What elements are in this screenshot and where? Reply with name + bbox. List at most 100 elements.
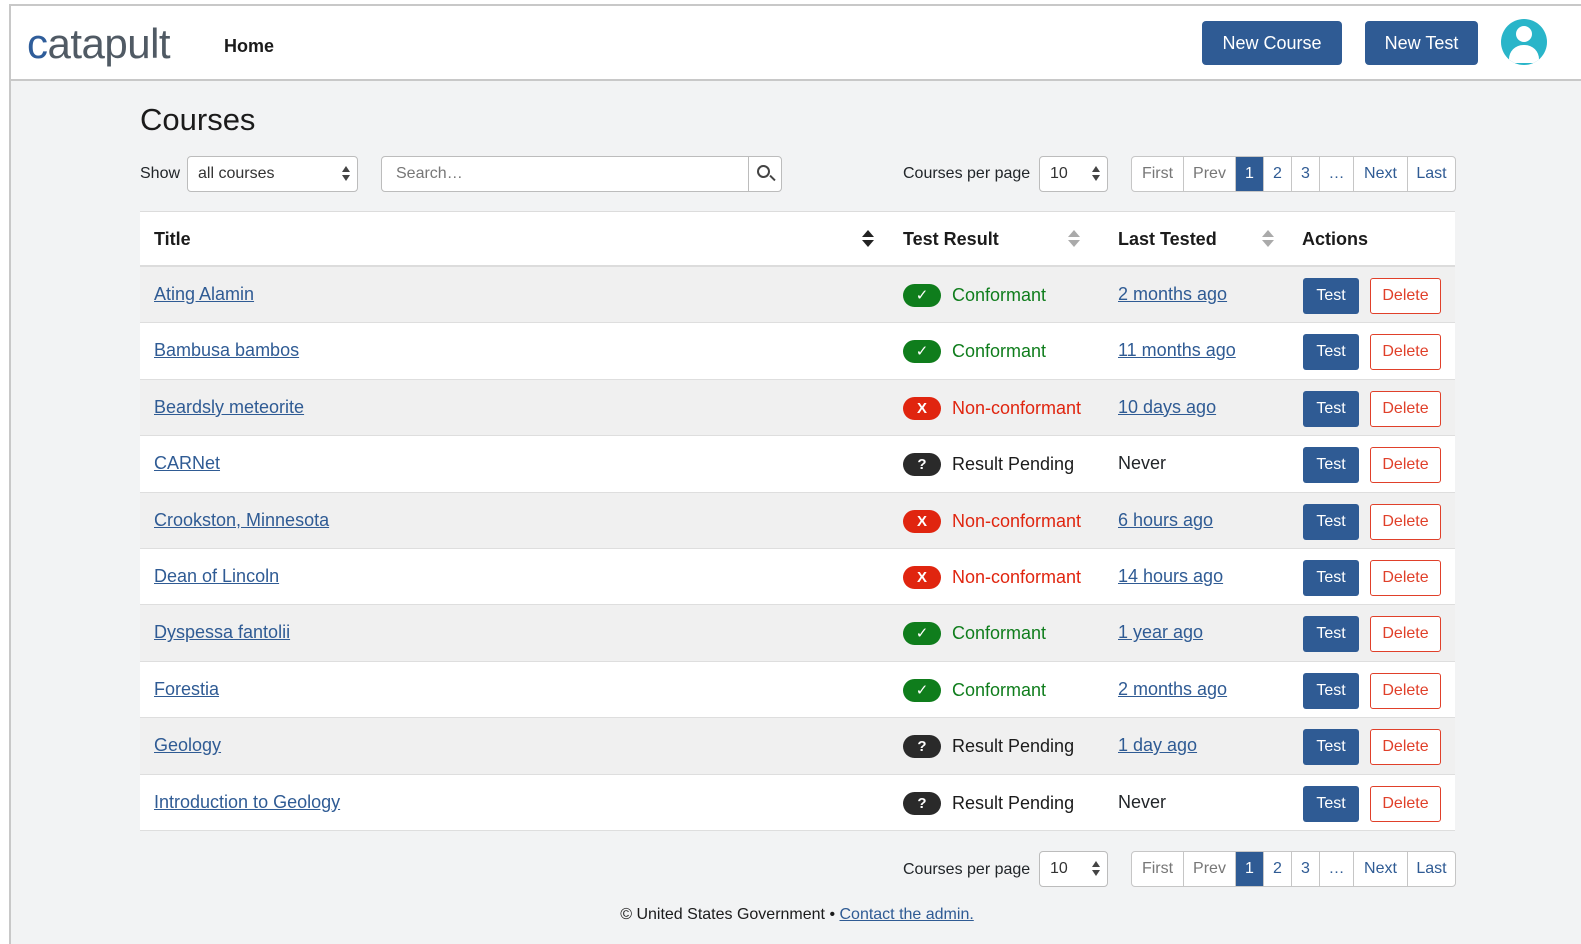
pagination-ellipsis: … (1319, 157, 1353, 191)
test-result-text: Conformant (952, 623, 1047, 644)
delete-button[interactable]: Delete (1370, 278, 1441, 314)
pagination-page-1[interactable]: 1 (1235, 852, 1263, 886)
last-tested-text: Never (1118, 453, 1167, 474)
table-row: Ating Alamin ✓ Conformant 2 months ago Test D… (140, 267, 1455, 324)
pagination-bottom: First Prev 1 2 3 … Next Last (1131, 851, 1456, 887)
nav-home-link[interactable]: Home (224, 36, 274, 57)
nonconformant-status-icon: X (903, 396, 941, 420)
delete-button[interactable]: Delete (1370, 503, 1441, 540)
user-avatar-icon[interactable] (1501, 19, 1547, 65)
pagination-prev[interactable]: Prev (1183, 157, 1235, 191)
table-row: Crookston, Minnesota X Non-conformant 6 hou… (140, 492, 1455, 549)
pagination-top: First Prev 1 2 3 … Next Last (1131, 156, 1456, 192)
course-title-link[interactable]: Bambusa bambos (154, 340, 299, 361)
course-title-link[interactable]: Introduction to Geology (154, 792, 340, 813)
course-title-link[interactable]: CARNet (154, 453, 220, 474)
test-button[interactable]: Test (1303, 503, 1359, 540)
test-button[interactable]: Test (1303, 729, 1359, 766)
delete-button[interactable]: Delete (1370, 334, 1441, 371)
search-box (381, 156, 782, 192)
test-button[interactable]: Test (1303, 447, 1359, 484)
delete-button[interactable]: Delete (1370, 390, 1441, 427)
delete-button[interactable]: Delete (1370, 785, 1441, 822)
table-row: Bambusa bambos ✓ Conformant 11 months ago Te… (140, 323, 1455, 380)
last-tested-link[interactable]: 2 months ago (1118, 284, 1227, 305)
last-tested-link[interactable]: 2 months ago (1118, 679, 1227, 700)
table-row: Geology? Result Pending 1 day ago Test Delet… (140, 718, 1455, 775)
conformant-status-icon: ✓ (903, 340, 941, 364)
per-page-select[interactable]: 10 (1039, 156, 1108, 192)
sort-last-tested-icon[interactable] (1262, 229, 1274, 249)
delete-button[interactable]: Delete (1370, 559, 1441, 596)
nonconformant-status-icon: X (903, 509, 941, 533)
per-page-label: Courses per page (903, 165, 1031, 182)
table-row: CARNet? Result Pending Never Test Delete (140, 436, 1455, 493)
select-arrows-icon (1092, 860, 1100, 878)
course-title-link[interactable]: Ating Alamin (154, 284, 254, 305)
catapult-logo[interactable]: catapult (27, 22, 171, 66)
pagination-page-2[interactable]: 2 (1263, 157, 1291, 191)
sort-test-result-icon[interactable] (1068, 229, 1080, 249)
delete-button[interactable]: Delete (1370, 729, 1441, 766)
last-tested-link[interactable]: 1 year ago (1118, 622, 1203, 643)
pagination-prev[interactable]: Prev (1183, 852, 1235, 886)
header-test-result[interactable]: Test Result (903, 229, 999, 250)
pagination-page-3[interactable]: 3 (1291, 157, 1319, 191)
per-page-value-bottom: 10 (1050, 860, 1068, 877)
last-tested-link[interactable]: 1 day ago (1118, 735, 1197, 756)
new-course-button[interactable]: New Course (1202, 21, 1342, 65)
pagination-first[interactable]: First (1132, 157, 1183, 191)
pagination-last[interactable]: Last (1407, 157, 1455, 191)
pagination-page-3[interactable]: 3 (1291, 852, 1319, 886)
test-button[interactable]: Test (1303, 334, 1359, 371)
test-button[interactable]: Test (1303, 390, 1359, 427)
course-title-link[interactable]: Forestia (154, 679, 219, 700)
test-result-text: Result Pending (952, 454, 1075, 475)
test-button[interactable]: Test (1303, 616, 1359, 653)
show-label: Show (140, 165, 181, 182)
header-actions: Actions (1302, 229, 1369, 249)
show-filter-select[interactable]: all courses (187, 156, 358, 192)
sort-title-icon[interactable] (862, 229, 874, 249)
last-tested-link[interactable]: 14 hours ago (1118, 566, 1223, 587)
pagination-ellipsis: … (1319, 852, 1353, 886)
per-page-select-bottom[interactable]: 10 (1039, 851, 1108, 887)
test-button[interactable]: Test (1303, 785, 1359, 822)
header-last-tested[interactable]: Last Tested (1118, 229, 1217, 250)
last-tested-link[interactable]: 6 hours ago (1118, 510, 1213, 531)
search-input[interactable] (382, 157, 748, 191)
pagination-last[interactable]: Last (1407, 852, 1455, 886)
test-button[interactable]: Test (1303, 672, 1359, 709)
pagination-page-1[interactable]: 1 (1235, 157, 1263, 191)
conformant-status-icon: ✓ (903, 678, 941, 702)
pending-status-icon: ? (903, 735, 941, 759)
nonconformant-status-icon: X (903, 565, 941, 589)
search-button[interactable] (748, 157, 781, 191)
courses-bottom-bar: Courses per page 10 First Prev 1 2 3 … N… (140, 850, 1456, 888)
pagination-next[interactable]: Next (1353, 157, 1407, 191)
pagination-first[interactable]: First (1132, 852, 1183, 886)
course-title-link[interactable]: Dyspessa fantolii (154, 622, 290, 643)
delete-button[interactable]: Delete (1370, 616, 1441, 653)
course-title-link[interactable]: Dean of Lincoln (154, 566, 279, 587)
last-tested-link[interactable]: 10 days ago (1118, 397, 1216, 418)
pagination-page-2[interactable]: 2 (1263, 852, 1291, 886)
test-result-text: Non-conformant (952, 566, 1082, 587)
last-tested-link[interactable]: 11 months ago (1118, 340, 1236, 361)
contact-admin-link[interactable]: Contact the admin. (839, 906, 973, 923)
search-icon-handle (769, 174, 776, 182)
pagination-next[interactable]: Next (1353, 852, 1407, 886)
test-result-text: Result Pending (952, 792, 1075, 813)
new-test-button[interactable]: New Test (1365, 21, 1478, 65)
delete-button[interactable]: Delete (1370, 672, 1441, 709)
courses-table: Title Test Result Last Tested Actions At… (140, 211, 1455, 831)
test-result-text: Non-conformant (952, 510, 1082, 531)
header-title[interactable]: Title (154, 229, 191, 250)
course-title-link[interactable]: Crookston, Minnesota (154, 510, 329, 531)
course-title-link[interactable]: Beardsly meteorite (154, 397, 304, 418)
test-button[interactable]: Test (1303, 278, 1359, 314)
delete-button[interactable]: Delete (1370, 447, 1441, 484)
test-button[interactable]: Test (1303, 559, 1359, 596)
table-row: Dean of Lincoln X Non-conformant 14 hours a… (140, 548, 1455, 606)
course-title-link[interactable]: Geology (154, 735, 221, 756)
